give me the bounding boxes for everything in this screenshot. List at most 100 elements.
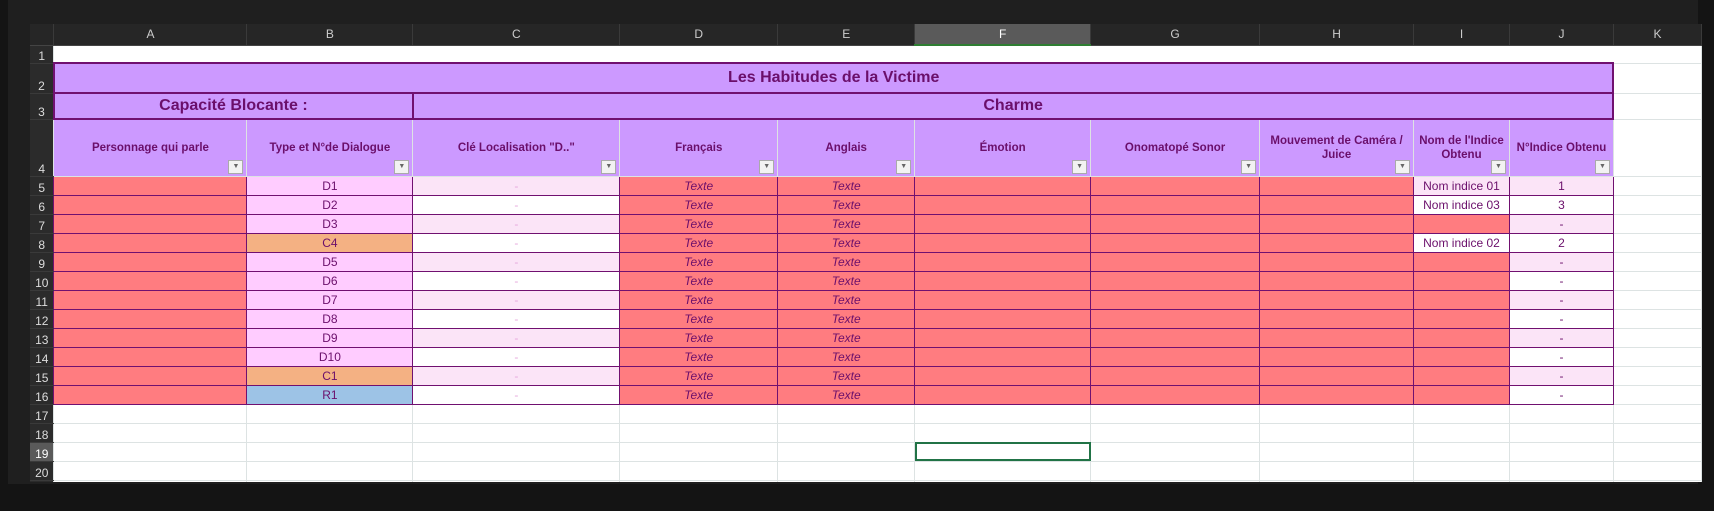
selected-cell[interactable] [914, 441, 1092, 462]
indice-name-cell[interactable] [1413, 289, 1510, 310]
emotion-cell[interactable] [914, 213, 1092, 234]
localisation-key-cell[interactable]: - [412, 384, 621, 405]
empty-cell[interactable] [1612, 403, 1702, 424]
francais-cell[interactable]: Texte [619, 384, 779, 405]
anglais-cell[interactable]: Texte [777, 213, 916, 234]
anglais-cell[interactable]: Texte [777, 289, 916, 310]
empty-cell[interactable] [1612, 479, 1702, 482]
empty-cell[interactable] [412, 441, 621, 462]
filter-dropdown-icon[interactable]: ▼ [1072, 159, 1088, 174]
personnage-cell[interactable] [53, 346, 248, 367]
onomatope-cell[interactable] [1090, 232, 1261, 253]
filter-dropdown-icon[interactable]: ▼ [228, 159, 244, 174]
anglais-cell[interactable]: Texte [777, 308, 916, 329]
indice-number-cell[interactable]: - [1508, 213, 1614, 234]
empty-cell[interactable] [1508, 441, 1614, 462]
personnage-cell[interactable] [53, 365, 248, 386]
row-header[interactable]: 17 [30, 404, 54, 424]
indice-number-cell[interactable]: - [1508, 346, 1614, 367]
section-charme[interactable]: Charme [411, 92, 1615, 120]
personnage-cell[interactable] [53, 194, 248, 215]
row-header[interactable]: 9 [30, 252, 54, 272]
localisation-key-cell[interactable]: - [412, 251, 621, 272]
cell-k[interactable] [1612, 365, 1702, 386]
dialogue-type-cell[interactable]: C4 [246, 232, 414, 253]
row-header[interactable]: 19 [30, 442, 54, 462]
empty-cell[interactable] [246, 441, 414, 462]
column-header-b[interactable]: B [246, 24, 414, 46]
row-header[interactable]: 3 [30, 93, 54, 120]
empty-cell[interactable] [914, 479, 1092, 482]
indice-number-cell[interactable]: - [1508, 365, 1614, 386]
empty-cell[interactable] [1413, 460, 1510, 481]
empty-cell[interactable] [246, 403, 414, 424]
row-header[interactable]: 13 [30, 328, 54, 348]
row-header[interactable]: 6 [30, 195, 54, 215]
empty-cell[interactable] [1259, 479, 1414, 482]
empty-cell[interactable] [412, 403, 621, 424]
empty-cell[interactable] [1259, 441, 1414, 462]
cell-k[interactable] [1612, 384, 1702, 405]
onomatope-cell[interactable] [1090, 346, 1261, 367]
indice-name-cell[interactable]: Nom indice 03 [1413, 194, 1510, 215]
cell-k[interactable] [1612, 232, 1702, 253]
filter-dropdown-icon[interactable]: ▼ [394, 159, 410, 174]
empty-cell[interactable] [246, 479, 414, 482]
row-header[interactable]: 11 [30, 290, 54, 310]
onomatope-cell[interactable] [1090, 251, 1261, 272]
francais-cell[interactable]: Texte [619, 289, 779, 310]
emotion-cell[interactable] [914, 289, 1092, 310]
empty-cell[interactable] [1413, 422, 1510, 443]
indice-name-cell[interactable] [1413, 327, 1510, 348]
filter-dropdown-icon[interactable]: ▼ [1594, 159, 1610, 174]
cell-k[interactable] [1612, 327, 1702, 348]
row-header[interactable]: 2 [30, 63, 54, 94]
row-header[interactable]: 20 [30, 461, 54, 481]
empty-cell[interactable] [1413, 441, 1510, 462]
emotion-cell[interactable] [914, 365, 1092, 386]
francais-cell[interactable]: Texte [619, 365, 779, 386]
camera-movement-cell[interactable] [1259, 251, 1414, 272]
localisation-key-cell[interactable]: - [412, 308, 621, 329]
anglais-cell[interactable]: Texte [777, 327, 916, 348]
row-header[interactable]: 4 [30, 119, 54, 177]
empty-cell[interactable] [1413, 479, 1510, 482]
filter-dropdown-icon[interactable]: ▼ [601, 159, 617, 174]
empty-cell[interactable] [914, 403, 1092, 424]
empty-cell[interactable] [619, 422, 779, 443]
column-header-c[interactable]: C [412, 24, 621, 46]
onomatope-cell[interactable] [1090, 327, 1261, 348]
francais-cell[interactable]: Texte [619, 327, 779, 348]
row-header[interactable]: 14 [30, 347, 54, 367]
camera-movement-cell[interactable] [1259, 365, 1414, 386]
empty-cell[interactable] [1259, 403, 1414, 424]
indice-number-cell[interactable]: - [1508, 308, 1614, 329]
row-header[interactable]: 18 [30, 423, 54, 443]
camera-movement-cell[interactable] [1259, 213, 1414, 234]
empty-cell[interactable] [53, 422, 248, 443]
onomatope-cell[interactable] [1090, 194, 1261, 215]
column-header-k[interactable]: K [1613, 24, 1702, 46]
localisation-key-cell[interactable]: - [412, 289, 621, 310]
emotion-cell[interactable] [914, 270, 1092, 291]
dialogue-type-cell[interactable]: D9 [246, 327, 414, 348]
indice-number-cell[interactable]: 2 [1508, 232, 1614, 253]
column-header-j[interactable]: J [1509, 24, 1614, 46]
row-header[interactable]: 7 [30, 214, 54, 234]
indice-name-cell[interactable] [1413, 308, 1510, 329]
indice-number-cell[interactable]: - [1508, 384, 1614, 405]
emotion-cell[interactable] [914, 251, 1092, 272]
column-header-i[interactable]: I [1413, 24, 1510, 46]
cell-k[interactable] [1612, 251, 1702, 272]
personnage-cell[interactable] [53, 289, 248, 310]
indice-name-cell[interactable]: Nom indice 02 [1413, 232, 1510, 253]
empty-cell[interactable] [777, 460, 916, 481]
empty-cell[interactable] [777, 479, 916, 482]
indice-number-cell[interactable]: - [1508, 289, 1614, 310]
indice-number-cell[interactable]: - [1508, 327, 1614, 348]
personnage-cell[interactable] [53, 213, 248, 234]
cell-k2[interactable] [1612, 62, 1702, 94]
empty-cell[interactable] [1090, 441, 1261, 462]
column-header-e[interactable]: E [777, 24, 916, 46]
empty-cell[interactable] [777, 403, 916, 424]
